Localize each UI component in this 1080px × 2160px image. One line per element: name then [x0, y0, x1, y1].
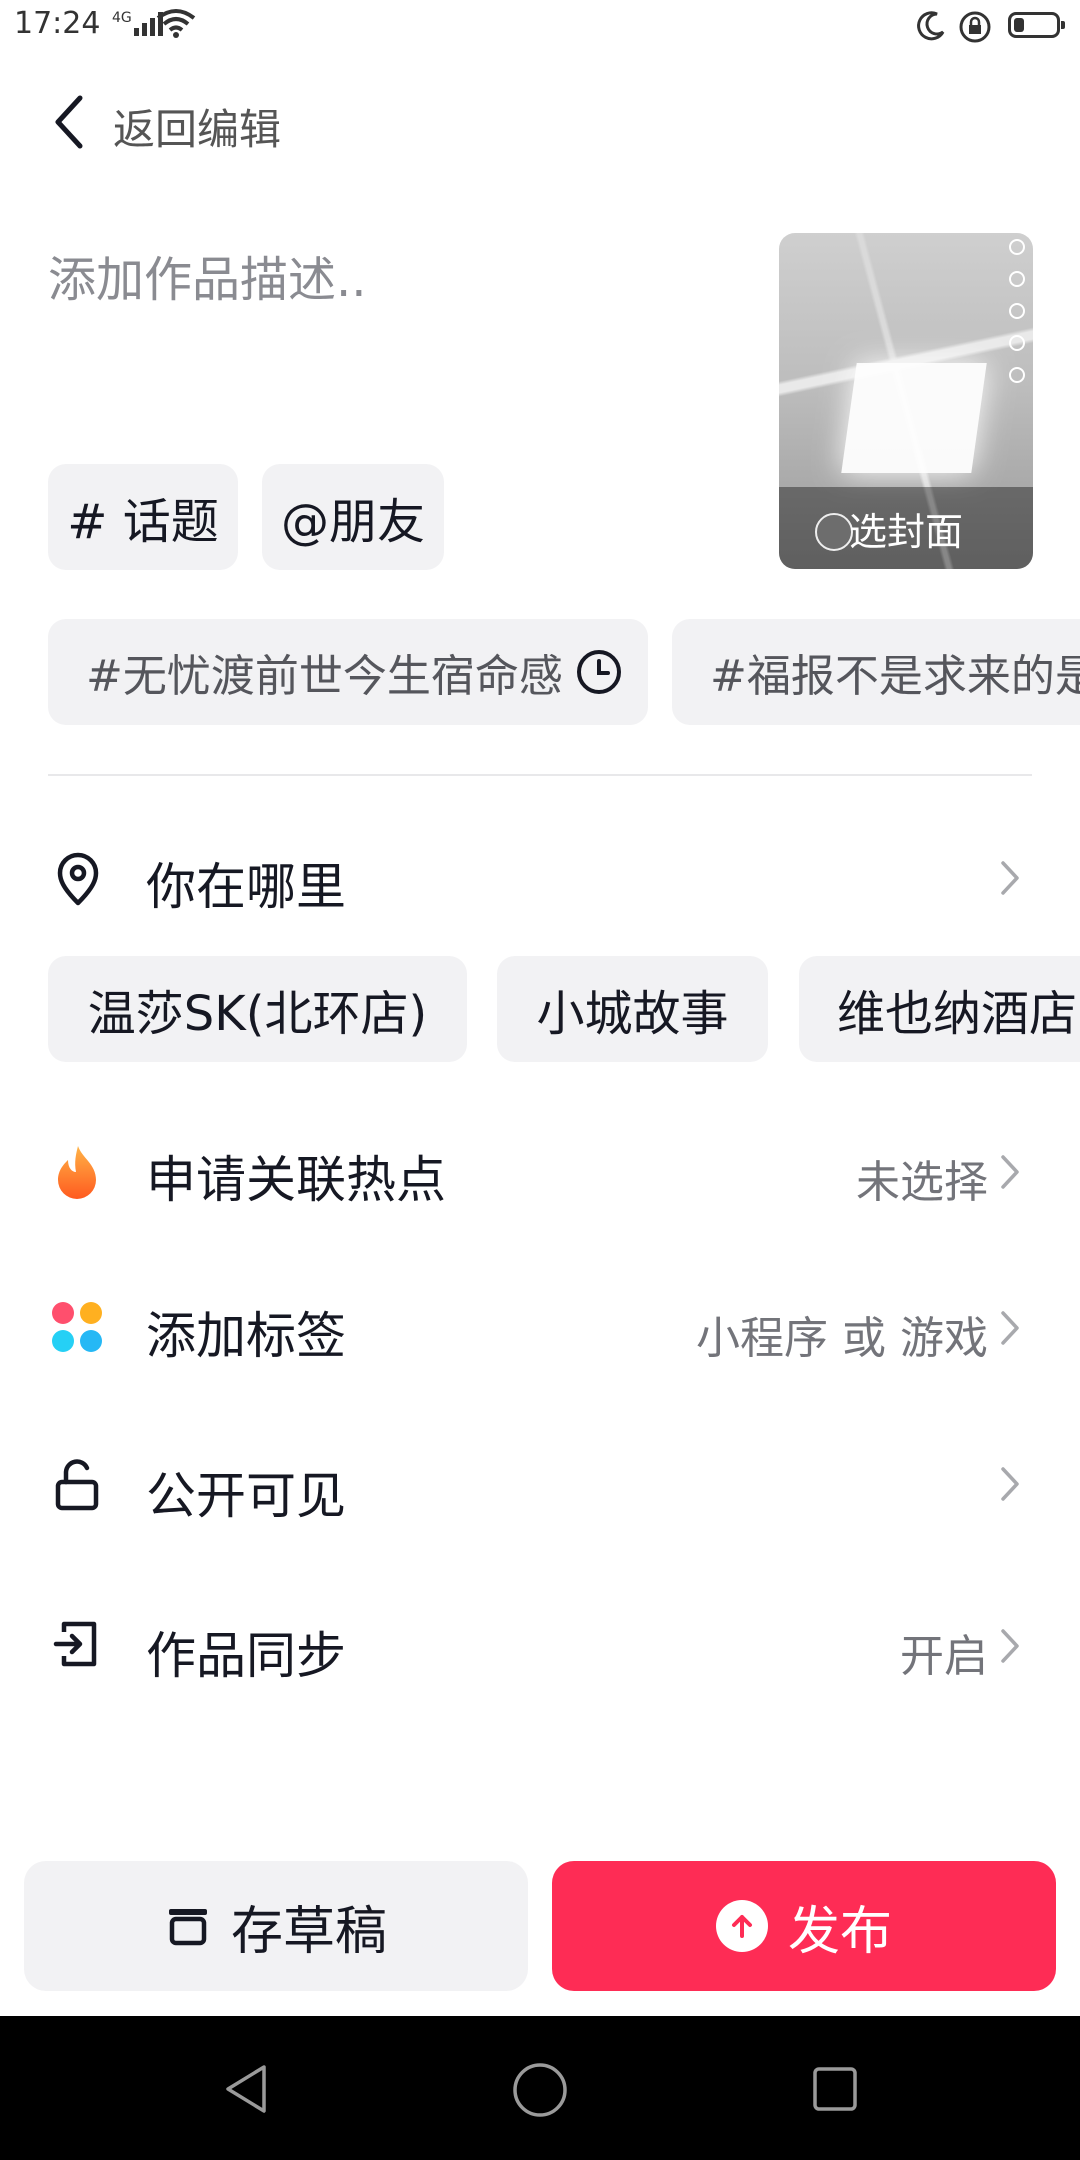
clock-icon	[576, 650, 621, 694]
nav-recent-apps-icon[interactable]	[812, 2066, 858, 2112]
save-draft-button[interactable]: 存草稿	[24, 1861, 528, 1991]
sync-icon	[53, 1621, 97, 1667]
chevron-right-icon	[1001, 1311, 1019, 1345]
location-row-label[interactable]: 你在哪里	[146, 847, 346, 919]
network-type: 4G	[112, 10, 132, 26]
chevron-right-icon	[1001, 1629, 1019, 1663]
rotation-lock-icon	[959, 11, 991, 43]
status-time: 17:24	[14, 6, 101, 41]
hashtag-text: #福报不是求来的是	[710, 651, 1080, 702]
hotspot-row-label[interactable]: 申请关联热点	[146, 1140, 446, 1212]
tag-dots-icon	[52, 1302, 104, 1354]
back-icon[interactable]	[50, 92, 90, 152]
unlock-icon	[55, 1459, 99, 1511]
publish-label: 发布	[787, 1901, 892, 1962]
hotspot-value: 未选择	[856, 1157, 988, 1208]
sync-row-label[interactable]: 作品同步	[146, 1616, 346, 1688]
chevron-right-icon	[1001, 861, 1019, 895]
publish-button[interactable]: 发布	[552, 1861, 1056, 1991]
upload-arrow-icon	[715, 1900, 768, 1952]
hashtag-text: #无忧渡前世今生宿命感	[86, 651, 563, 702]
chevron-right-icon	[1001, 1467, 1019, 1501]
location-suggestion[interactable]: 维也纳酒店	[799, 956, 1080, 1062]
cover-side-icons	[1009, 239, 1025, 383]
cover-thumbnail[interactable]: 选封面	[779, 233, 1033, 569]
divider	[48, 774, 1032, 776]
topic-chip[interactable]: # 话题	[48, 464, 238, 570]
nav-home-icon[interactable]	[512, 2062, 568, 2118]
sync-value: 开启	[900, 1631, 988, 1682]
visibility-row-label[interactable]: 公开可见	[146, 1456, 346, 1528]
save-draft-label: 存草稿	[230, 1901, 387, 1962]
mention-friend-chip[interactable]: @朋友	[262, 464, 444, 570]
moon-icon	[917, 11, 945, 41]
tag-value: 小程序 或 游戏	[696, 1313, 988, 1364]
description-input[interactable]: 添加作品描述..	[48, 240, 367, 310]
hashtag-suggestion[interactable]: #福报不是求来的是	[672, 619, 1080, 725]
location-suggestion[interactable]: 小城故事	[497, 956, 768, 1062]
chevron-right-icon	[1001, 1155, 1019, 1189]
wifi-icon	[156, 9, 196, 38]
location-suggestion[interactable]: 温莎SK(北环店)	[48, 956, 467, 1062]
add-tag-row-label[interactable]: 添加标签	[146, 1296, 346, 1368]
flame-icon	[58, 1146, 96, 1199]
nav-back-icon[interactable]	[220, 2062, 272, 2116]
select-cover-label[interactable]: 选封面	[779, 501, 1033, 556]
draft-box-icon	[168, 1909, 207, 1946]
battery-icon	[1008, 12, 1065, 38]
back-to-edit-link[interactable]: 返回编辑	[113, 96, 281, 157]
hashtag-suggestion[interactable]: #无忧渡前世今生宿命感	[48, 619, 648, 725]
location-pin-icon	[57, 852, 99, 906]
